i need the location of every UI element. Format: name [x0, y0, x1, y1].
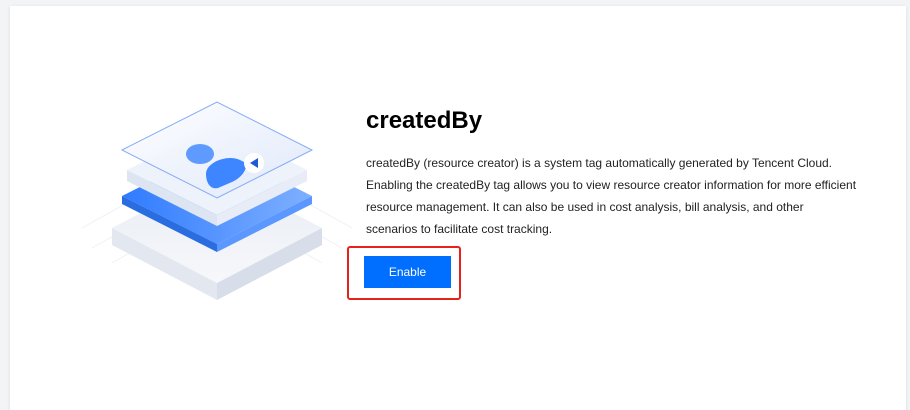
page: createdBy createdBy (resource creator) i…	[0, 0, 910, 410]
feature-content: createdBy createdBy (resource creator) i…	[366, 106, 866, 240]
feature-title: createdBy	[366, 107, 483, 134]
feature-description: createdBy (resource creator) is a system…	[366, 156, 857, 236]
created-by-illustration	[81, 78, 353, 318]
feature-card: createdBy createdBy (resource creator) i…	[10, 6, 906, 410]
enable-button[interactable]: Enable	[364, 256, 451, 288]
